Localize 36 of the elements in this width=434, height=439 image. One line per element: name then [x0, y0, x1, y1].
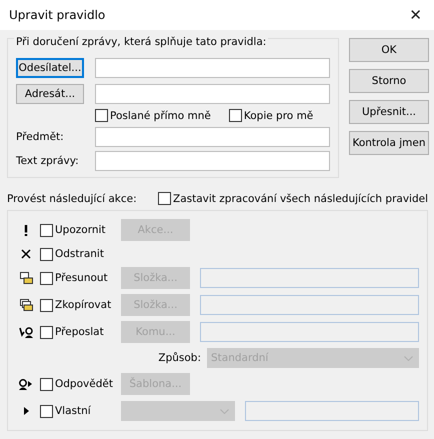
input-field[interactable] [95, 84, 330, 104]
action-label: Přesunout [55, 272, 109, 284]
checkbox[interactable]: Kopie pro mě [228, 109, 314, 122]
input-field[interactable] [95, 58, 330, 78]
field-label: Způsob: [157, 352, 202, 364]
dialog-button[interactable]: OK [349, 38, 429, 62]
window-title: Upravit pravidlo [9, 8, 106, 22]
input-field[interactable] [95, 127, 330, 147]
action-label: Odstranit [55, 248, 105, 260]
folder-envelope-icon [20, 272, 32, 284]
checkbox[interactable]: Poslané přímo mně [95, 109, 211, 122]
field-label: Text zprávy: [16, 155, 80, 167]
close-button[interactable]: ✕ [409, 6, 422, 24]
checkbox[interactable]: Zastavit zpracování všech následujících pravidel [158, 192, 428, 205]
group-legend: Při doručení zprávy, která splňuje tato pravidla: [14, 36, 268, 48]
address-button[interactable]: Adresát... [16, 84, 84, 104]
dialog-button[interactable]: Upřesnit... [349, 100, 429, 124]
action-label: Zkopírovat [55, 299, 112, 311]
cross-icon [21, 249, 31, 259]
dialog-button[interactable]: Kontrola jmen [349, 131, 429, 155]
input-field[interactable] [95, 151, 330, 171]
checkbox[interactable] [40, 248, 53, 260]
field-label: Předmět: [16, 131, 65, 143]
folder-envelope-icon [20, 299, 32, 311]
action-label: Přeposlat [55, 326, 105, 338]
action-label: Upozornit [55, 224, 107, 236]
triangle-right-icon [24, 407, 28, 415]
chevron-down-icon [404, 356, 413, 360]
dialog-button[interactable]: Storno [349, 69, 429, 93]
action-label: Odpovědět [55, 378, 114, 390]
action-label: Vlastní [55, 405, 92, 417]
exclamation-icon [24, 224, 28, 236]
chevron-down-icon [220, 408, 229, 414]
section-heading: Provést následující akce: [7, 192, 137, 204]
address-button[interactable]: Odesílatel... [16, 58, 84, 78]
forward-person-icon [19, 326, 33, 338]
